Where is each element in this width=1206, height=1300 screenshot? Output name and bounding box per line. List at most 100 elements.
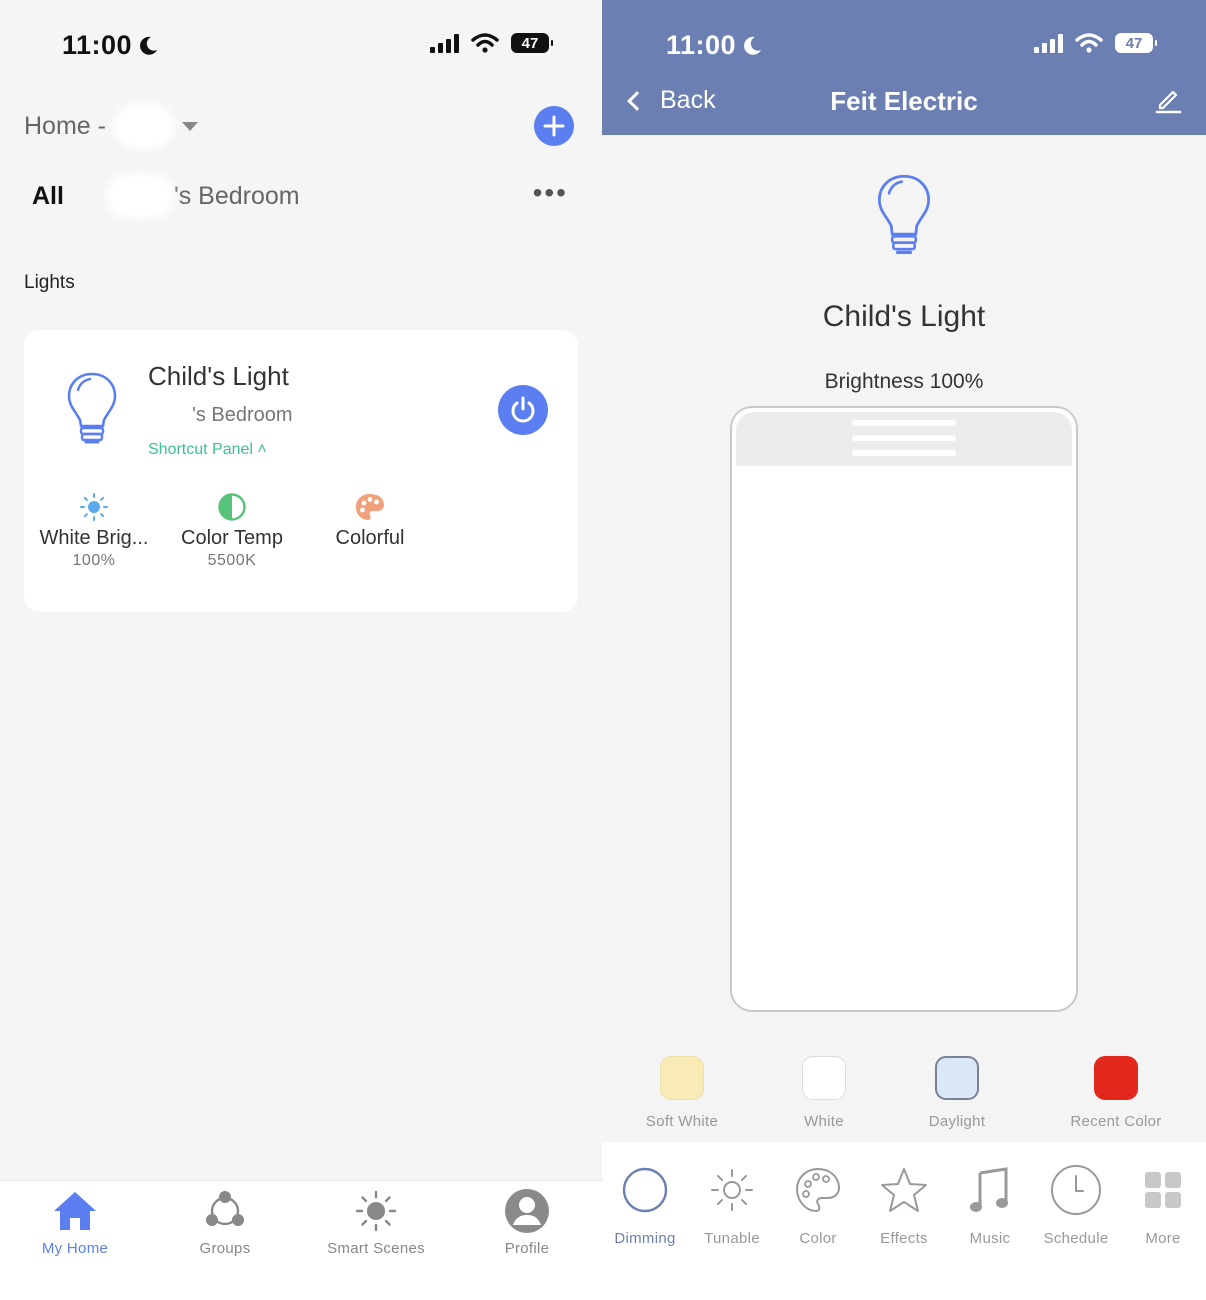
tab-all[interactable]: All [32,182,64,211]
tab-bedroom[interactable]: 's Bedroom [105,174,300,218]
redacted-name [113,103,174,149]
power-icon [511,396,535,423]
clock-icon [1051,1165,1101,1215]
section-title: Lights [24,272,75,293]
preset-recent-color[interactable]: Recent Color [1036,1056,1196,1130]
tab-dimming[interactable]: Dimming [602,1162,688,1247]
redacted-name [105,174,174,218]
status-time-group: 11:00 [62,30,158,61]
tab-color[interactable]: Color [775,1162,861,1247]
quick-control-colorful[interactable]: Colorful [300,490,440,550]
cellular-signal-icon [1034,33,1063,53]
tab-label: Dimming [614,1230,676,1247]
status-icons: 47 [430,33,553,53]
nav-bar: Back Feit Electric [602,80,1206,124]
tab-label: More [1145,1230,1181,1247]
preset-label: Recent Color [1070,1113,1162,1130]
page-title: Feit Electric [830,86,978,116]
tab-effects[interactable]: Effects [861,1162,947,1247]
tab-label: Color [799,1230,837,1247]
device-name: Child's Light [822,300,986,333]
tab-label: Music [969,1230,1011,1247]
quick-control-white-brightness[interactable]: White Brig... 100% [24,490,164,570]
moon-icon [140,36,158,55]
moon-icon [622,1167,668,1213]
quick-control-label: Colorful [335,527,405,549]
house-icon [54,1192,96,1230]
tab-music[interactable]: Music [947,1162,1033,1247]
tab-label: Tunable [704,1230,760,1247]
color-presets: Soft White White Daylight Recent Color [602,1056,1206,1136]
wifi-icon [1075,33,1103,53]
home-screen: 11:00 47 Home - All 's Bedroom ••• Light… [0,0,602,1300]
room-tabs: All 's Bedroom ••• [24,174,578,218]
more-options-icon[interactable]: ••• [533,179,568,207]
grid-icon [1145,1172,1181,1208]
brightness-slider[interactable] [730,406,1078,1012]
plus-icon [543,115,565,137]
quick-control-label: White Brig... [39,527,149,549]
bottom-tab-bar: My Home Groups Smart Scenes Profile [0,1180,602,1300]
control-tab-bar: Dimming Tunable Color Effects Music Sche… [602,1142,1206,1300]
status-bar: 11:00 47 [0,0,602,90]
tab-smart-scenes[interactable]: Smart Scenes [301,1187,451,1257]
quick-control-color-temp[interactable]: Color Temp 5500K [162,490,302,570]
device-room: 's Bedroom [192,404,293,426]
groups-icon [206,1191,244,1226]
person-icon [505,1189,549,1233]
tab-groups[interactable]: Groups [150,1187,300,1257]
preset-soft-white[interactable]: Soft White [602,1056,762,1130]
tab-bedroom-label: 's Bedroom [173,181,300,210]
quick-control-label: Color Temp [181,527,283,549]
tab-label: Profile [504,1240,550,1257]
shortcut-panel-toggle[interactable]: Shortcut Panel ˄ [148,441,267,459]
wifi-icon [471,33,499,53]
sun-icon [355,1190,397,1232]
palette-icon [795,1167,841,1213]
status-time-group: 11:00 [666,30,762,61]
color-swatch [802,1056,846,1100]
color-swatch [660,1056,704,1100]
home-selector-row: Home - [24,103,578,149]
tab-tunable[interactable]: Tunable [689,1162,775,1247]
moon-icon [744,36,762,55]
power-button[interactable] [498,385,548,435]
preset-daylight[interactable]: Daylight [877,1056,1037,1130]
slider-grip-line[interactable] [852,420,956,426]
battery-level: 47 [1125,34,1143,52]
slider-grip-line[interactable] [852,450,956,456]
battery-icon: 47 [511,33,553,53]
slider-grip-line[interactable] [852,435,956,441]
device-card[interactable]: Child's Light 's Bedroom Shortcut Panel … [24,330,578,612]
preset-label: Daylight [928,1113,986,1130]
palette-icon [356,494,384,520]
tab-profile[interactable]: Profile [452,1187,602,1257]
home-title: Home - [24,111,106,140]
sun-icon [80,493,108,521]
star-icon [881,1168,927,1212]
battery-icon: 47 [1115,33,1157,53]
chevron-down-icon [181,121,198,131]
status-icons: 47 [1034,33,1157,53]
cellular-signal-icon [430,33,459,53]
status-time: 11:00 [62,30,133,60]
color-swatch [1094,1056,1138,1100]
color-swatch [935,1056,979,1100]
preset-label: Soft White [645,1113,719,1130]
home-selector[interactable]: Home - [24,103,198,149]
status-time: 11:00 [666,30,737,60]
tab-label: My Home [41,1240,109,1257]
half-circle-icon [218,493,246,521]
tab-my-home[interactable]: My Home [0,1187,150,1257]
edit-button[interactable] [1154,86,1182,119]
pencil-icon [1155,90,1182,114]
tab-more[interactable]: More [1120,1162,1206,1247]
battery-level: 47 [521,34,539,52]
tab-label: Schedule [1043,1230,1109,1247]
add-button[interactable] [534,106,574,146]
status-bar: 11:00 47 [602,0,1206,90]
quick-control-value: 5500K [207,552,257,569]
light-bulb-icon [67,372,117,444]
tab-label: Effects [880,1230,928,1247]
tab-schedule[interactable]: Schedule [1033,1162,1119,1247]
